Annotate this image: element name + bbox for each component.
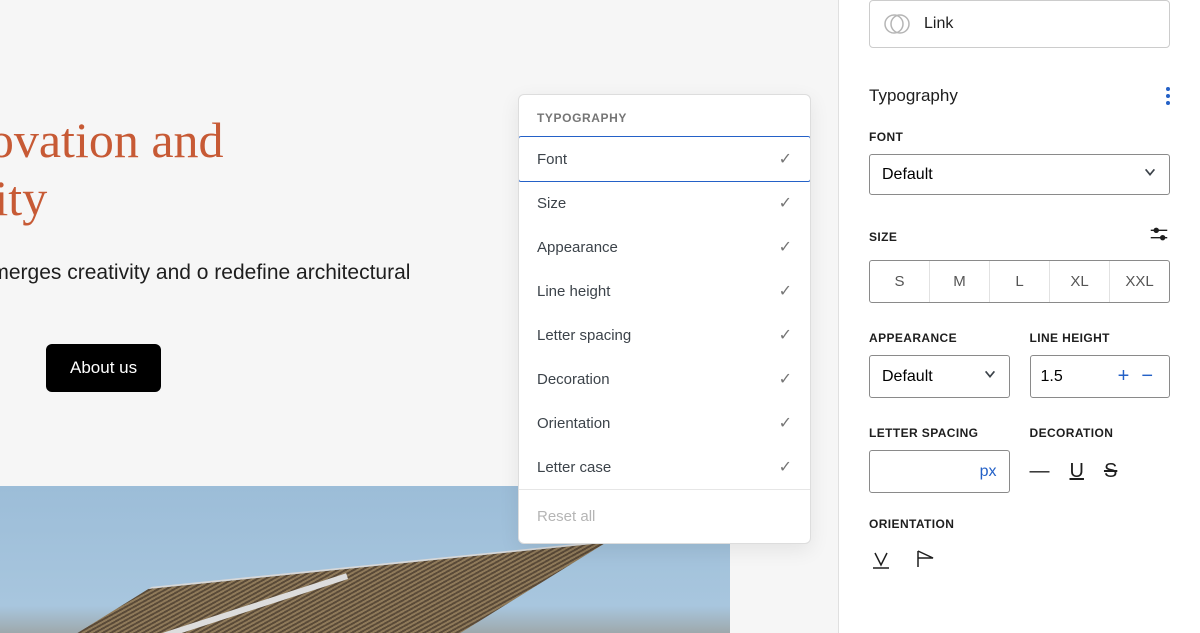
typography-option-font[interactable]: Font ✓ [518, 136, 811, 182]
font-value: Default [882, 166, 933, 184]
size-segmented-control: S M L XL XXL [869, 260, 1170, 303]
option-label: Orientation [537, 415, 610, 432]
typography-option-size[interactable]: Size ✓ [519, 181, 810, 225]
option-label: Appearance [537, 239, 618, 256]
chevron-down-icon [1143, 165, 1157, 184]
typography-option-line-height[interactable]: Line height ✓ [519, 269, 810, 313]
hero-paragraph[interactable]: firm that seamlessly merges creativity a… [0, 256, 440, 323]
letter-spacing-label: LETTER SPACING [869, 426, 1010, 440]
size-option-xl[interactable]: XL [1049, 261, 1109, 302]
line-height-decrease[interactable]: − [1135, 365, 1159, 388]
reset-all-button[interactable]: Reset all [519, 490, 810, 543]
typography-option-decoration[interactable]: Decoration ✓ [519, 357, 810, 401]
decoration-none-icon[interactable]: — [1030, 460, 1050, 483]
check-icon: ✓ [779, 457, 792, 477]
check-icon: ✓ [779, 369, 792, 389]
chevron-down-icon [983, 367, 997, 386]
check-icon: ✓ [779, 193, 792, 213]
option-label: Decoration [537, 371, 610, 388]
about-us-button[interactable]: About us [46, 344, 161, 392]
size-option-l[interactable]: L [989, 261, 1049, 302]
typography-option-letter-case[interactable]: Letter case ✓ [519, 445, 810, 489]
orientation-vertical-icon[interactable] [913, 547, 937, 576]
option-label: Letter spacing [537, 327, 631, 344]
line-height-label: LINE HEIGHT [1030, 331, 1171, 345]
orientation-horizontal-icon[interactable] [869, 547, 893, 576]
decoration-underline-icon[interactable]: U [1070, 460, 1084, 483]
check-icon: ✓ [779, 281, 792, 301]
line-height-increase[interactable]: + [1112, 365, 1136, 388]
option-label: Letter case [537, 459, 611, 476]
check-icon: ✓ [779, 325, 792, 345]
check-icon: ✓ [779, 237, 792, 257]
size-option-s[interactable]: S [870, 261, 929, 302]
font-label: FONT [869, 130, 1170, 144]
option-label: Font [537, 151, 567, 168]
font-select[interactable]: Default [869, 154, 1170, 195]
typography-options-menu-button[interactable] [1166, 87, 1170, 105]
option-label: Size [537, 195, 566, 212]
appearance-value: Default [882, 368, 933, 386]
line-height-value: 1.5 [1041, 368, 1112, 386]
letter-spacing-input[interactable]: px [869, 450, 1010, 493]
appearance-select[interactable]: Default [869, 355, 1010, 398]
decoration-label: DECORATION [1030, 426, 1171, 440]
typography-panel-title: Typography [869, 86, 958, 106]
check-icon: ✓ [779, 149, 792, 169]
typography-options-popover: TYPOGRAPHY Font ✓ Size ✓ Appearance ✓ Li… [518, 94, 811, 544]
settings-sidebar: Link Typography FONT Default SIZE S M L … [838, 0, 1200, 633]
size-option-m[interactable]: M [929, 261, 989, 302]
size-option-xxl[interactable]: XXL [1109, 261, 1169, 302]
typography-option-letter-spacing[interactable]: Letter spacing ✓ [519, 313, 810, 357]
typography-option-appearance[interactable]: Appearance ✓ [519, 225, 810, 269]
typography-option-orientation[interactable]: Orientation ✓ [519, 401, 810, 445]
hero-heading[interactable]: ent to innovation and ustainability [0, 112, 480, 227]
size-settings-icon[interactable] [1148, 223, 1170, 250]
check-icon: ✓ [779, 413, 792, 433]
orientation-label: ORIENTATION [869, 517, 1170, 531]
popover-header: TYPOGRAPHY [519, 95, 810, 137]
link-swatch-icon [882, 9, 912, 39]
appearance-label: APPEARANCE [869, 331, 1010, 345]
link-label: Link [924, 15, 953, 33]
decoration-strikethrough-icon[interactable]: S [1104, 460, 1117, 483]
link-color-row[interactable]: Link [869, 0, 1170, 48]
line-height-stepper[interactable]: 1.5 + − [1030, 355, 1171, 398]
option-label: Line height [537, 283, 610, 300]
size-label: SIZE [869, 230, 897, 244]
letter-spacing-unit: px [980, 463, 997, 481]
